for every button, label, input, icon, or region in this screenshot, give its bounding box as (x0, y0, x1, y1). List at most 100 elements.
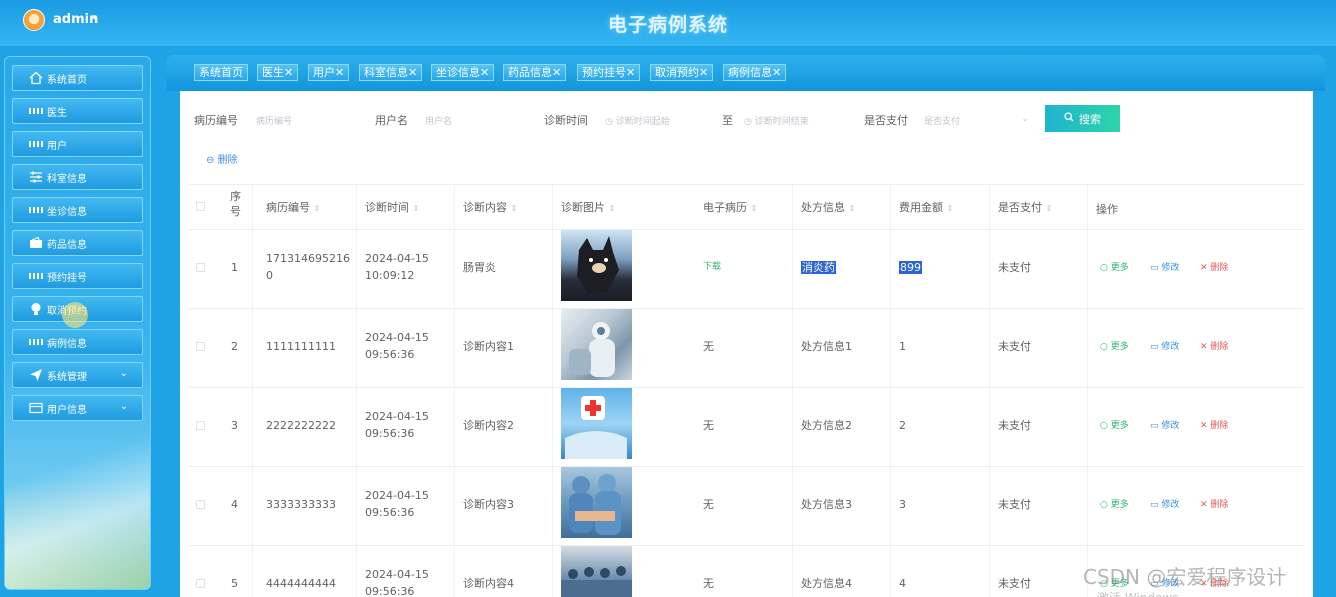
tab-consult[interactable]: 坐诊信息✕ (431, 64, 495, 81)
diagnosis-image[interactable] (561, 230, 632, 301)
tab-doctor[interactable]: 医生✕ (257, 64, 299, 81)
more-button[interactable]: ○ 更多 (1100, 418, 1129, 431)
csdn-watermark: CSDN @宏爱程序设计 (1083, 565, 1287, 589)
cell-paid: 未支付 (998, 261, 1031, 274)
more-button[interactable]: ○ 更多 (1100, 497, 1129, 510)
time-start-input[interactable]: ◷ 诊断时间起始 (605, 114, 670, 127)
cell-content: 诊断内容4 (463, 577, 514, 590)
close-icon: ✕ (284, 66, 294, 79)
sidebar-item-home[interactable]: 系统首页 (12, 65, 143, 91)
tab-home[interactable]: 系统首页 (194, 64, 248, 81)
diagnosis-image[interactable] (561, 388, 632, 459)
cell-prescription: 处方信息2 (801, 419, 852, 432)
tab-records[interactable]: 病例信息✕ (723, 64, 787, 81)
record-no-input[interactable]: 病历编号 (256, 114, 292, 127)
edit-button[interactable]: ▭ 修改 (1150, 260, 1179, 273)
tab-user[interactable]: 用户✕ (308, 64, 350, 81)
clock-icon: ◷ (605, 117, 616, 127)
search-icon (1064, 112, 1074, 125)
delete-button[interactable]: ✕ 删除 (1200, 418, 1228, 431)
diagnosis-image[interactable] (561, 467, 632, 538)
tab-cancel-appointment[interactable]: 取消预约✕ (650, 64, 714, 81)
row-checkbox[interactable] (196, 500, 205, 509)
sidebar-item-label: 用户 (47, 140, 67, 152)
column-header-paid[interactable]: 是否支付 ⇕ (998, 199, 1052, 215)
cell-record-file: 无 (703, 340, 714, 353)
record-no-label: 病历编号 (194, 114, 238, 127)
username-input[interactable]: 用户名 (425, 114, 452, 127)
search-button[interactable]: 搜索 (1045, 105, 1120, 132)
sidebar-item-label: 科室信息 (47, 173, 87, 185)
sidebar-item-consult[interactable]: 坐诊信息 (12, 197, 143, 223)
more-button[interactable]: ○ 更多 (1100, 260, 1129, 273)
wallet-icon (29, 236, 43, 250)
cell-fee: 3 (899, 498, 906, 511)
edit-button[interactable]: ▭ 修改 (1150, 339, 1179, 352)
column-header-image[interactable]: 诊断图片 ⇕ (561, 199, 615, 215)
main-area: 系统首页 医生✕ 用户✕ 科室信息✕ 坐诊信息✕ 药品信息✕ 预约挂号✕ 取消预… (166, 55, 1325, 597)
grid-icon (29, 104, 43, 118)
sidebar-item-doctor[interactable]: 医生 (12, 98, 143, 124)
cell-index: 1 (231, 261, 238, 274)
close-icon: ✕ (552, 66, 562, 79)
search-icon: ○ (1100, 421, 1111, 431)
more-button[interactable]: ○ 更多 (1100, 339, 1129, 352)
time-end-input[interactable]: ◷ 诊断时间结束 (744, 114, 809, 127)
edit-icon: ▭ (1150, 500, 1162, 510)
sidebar-item-medicine[interactable]: 药品信息 (12, 230, 143, 256)
cell-index: 5 (231, 577, 238, 590)
paid-select[interactable]: 是否支付 ⌄ (924, 114, 1029, 127)
sidebar-item-records[interactable]: 病例信息 (12, 329, 143, 355)
column-header-record-file[interactable]: 电子病历 ⇕ (703, 199, 757, 215)
delete-button[interactable]: ✕ 删除 (1200, 497, 1228, 510)
windows-activation-watermark: 激活 Windows (1097, 589, 1178, 597)
cell-paid: 未支付 (998, 498, 1031, 511)
cell-prescription: 处方信息1 (801, 340, 852, 353)
row-checkbox[interactable] (196, 263, 205, 272)
cell-time: 2024-04-15 09:56:36 (365, 410, 429, 440)
sidebar-item-department[interactable]: 科室信息 (12, 164, 143, 190)
sort-icon: ⇕ (510, 204, 518, 213)
sidebar-item-label: 医生 (47, 107, 67, 119)
column-header-fee[interactable]: 费用金额 ⇕ (899, 199, 953, 215)
close-icon: ✕ (1200, 421, 1211, 431)
column-header-record-no[interactable]: 病历编号 ⇕ (266, 199, 320, 215)
close-icon: ✕ (408, 66, 418, 79)
sidebar-item-user[interactable]: 用户 (12, 131, 143, 157)
paid-label: 是否支付 (864, 114, 908, 127)
search-icon: ○ (1100, 263, 1111, 273)
delete-button[interactable]: ✕ 删除 (1200, 339, 1228, 352)
cell-content: 诊断内容3 (463, 498, 514, 511)
download-link[interactable]: 下载 (703, 259, 721, 276)
cell-record-no: 4444444444 (266, 577, 336, 590)
tab-medicine[interactable]: 药品信息✕ (503, 64, 567, 81)
delete-button[interactable]: ✕ 删除 (1200, 260, 1228, 273)
select-all-checkbox[interactable] (196, 202, 205, 211)
sidebar-item-system[interactable]: 系统管理 ⌄ (12, 362, 143, 388)
cell-fee: 4 (899, 577, 906, 590)
column-header-prescription[interactable]: 处方信息 ⇕ (801, 199, 855, 215)
edit-button[interactable]: ▭ 修改 (1150, 418, 1179, 431)
content-panel: 病历编号 病历编号 用户名 用户名 诊断时间 ◷ 诊断时间起始 至 ◷ 诊断时间… (180, 91, 1313, 597)
sidebar-item-label: 系统首页 (47, 74, 87, 86)
tab-appointment[interactable]: 预约挂号✕ (577, 64, 641, 81)
close-icon: ✕ (1200, 342, 1211, 352)
column-header-time[interactable]: 诊断时间 ⇕ (365, 199, 419, 215)
sidebar-item-appointment[interactable]: 预约挂号 (12, 263, 143, 289)
sidebar-item-profile[interactable]: 用户信息 ⌄ (12, 395, 143, 421)
tab-department[interactable]: 科室信息✕ (359, 64, 423, 81)
close-icon: ✕ (1200, 263, 1211, 273)
column-header-content[interactable]: 诊断内容 ⇕ (463, 199, 517, 215)
cell-record-file: 无 (703, 577, 714, 590)
row-checkbox[interactable] (196, 579, 205, 588)
batch-delete-button[interactable]: ⊖ 删除 (206, 151, 238, 166)
diagnosis-image[interactable] (561, 546, 632, 597)
close-icon: ✕ (772, 66, 782, 79)
clock-icon: ◷ (744, 117, 755, 127)
edit-button[interactable]: ▭ 修改 (1150, 497, 1179, 510)
cell-time: 2024-04-15 09:56:36 (365, 489, 429, 519)
row-checkbox[interactable] (196, 342, 205, 351)
cell-fee: 2 (899, 419, 906, 432)
diagnosis-image[interactable] (561, 309, 632, 380)
row-checkbox[interactable] (196, 421, 205, 430)
